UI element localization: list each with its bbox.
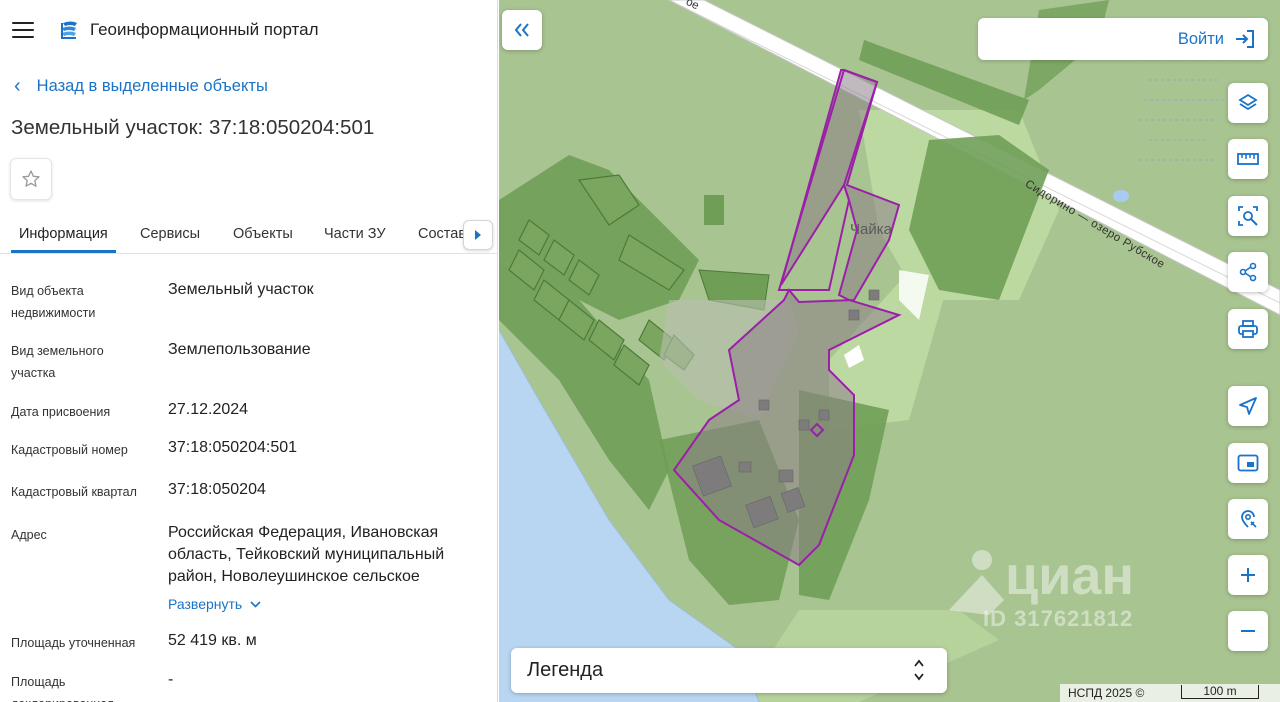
info-label: Площадь декларированная <box>11 675 114 702</box>
watermark-id: ID 317621812 <box>983 606 1134 631</box>
header: Геоинформационный портал <box>0 0 497 60</box>
minimap-button[interactable] <box>1228 443 1268 483</box>
legend-dropdown[interactable]: Легенда <box>511 648 947 693</box>
area-select-button[interactable] <box>1228 196 1268 236</box>
legend-label: Легенда <box>527 659 604 681</box>
login-button[interactable]: Войти <box>978 18 1268 60</box>
scale-label: 100 m <box>1203 684 1237 698</box>
tab-parts[interactable]: Части ЗУ <box>324 226 386 242</box>
area-select-icon <box>1238 206 1258 226</box>
tabs-scroll-right-button[interactable] <box>463 220 493 250</box>
chevron-left-icon: ‹ <box>14 75 21 97</box>
active-tab-indicator <box>11 250 116 253</box>
info-value: Земельный участок <box>168 281 314 298</box>
tab-objects[interactable]: Объекты <box>233 226 293 242</box>
navigate-icon <box>1239 397 1257 415</box>
info-value: 52 419 кв. м <box>168 632 257 649</box>
info-label: Адрес <box>11 528 47 542</box>
info-label: Площадь уточненная <box>11 636 136 650</box>
layers-icon <box>1238 93 1258 111</box>
info-label: Дата присвоения <box>11 405 111 419</box>
menu-icon[interactable] <box>12 22 34 38</box>
zoom-in-button[interactable] <box>1228 555 1268 595</box>
login-label: Войти <box>1177 29 1224 48</box>
share-icon <box>1239 262 1257 282</box>
info-value: Землепользование <box>168 341 311 358</box>
expand-address-button[interactable]: Развернуть <box>168 596 261 612</box>
minimap-icon <box>1237 454 1259 472</box>
zoom-out-icon <box>1241 630 1255 632</box>
info-label: Вид земельного участка <box>11 344 104 380</box>
login-icon <box>1236 30 1254 48</box>
tab-composition[interactable]: Состав <box>418 226 464 242</box>
info-label: Кадастровый номер <box>11 443 128 457</box>
info-value: Российская Федерация, Ивановская область… <box>168 524 445 585</box>
layers-button[interactable] <box>1228 83 1268 123</box>
print-button[interactable] <box>1228 309 1268 349</box>
map-canvas[interactable] <box>499 0 1280 702</box>
zoom-out-button[interactable] <box>1228 611 1268 651</box>
info-label: Кадастровый квартал <box>11 485 137 499</box>
back-link-label: Назад в выделенные объекты <box>36 76 268 95</box>
sort-arrows-icon <box>913 658 925 682</box>
geolocation-button[interactable] <box>1228 499 1268 539</box>
info-value: 37:18:050204:501 <box>168 439 298 456</box>
ruler-icon <box>1237 153 1259 165</box>
double-chevron-left-icon <box>514 23 529 37</box>
print-icon <box>1238 320 1258 338</box>
watermark-name: циан <box>1005 546 1135 606</box>
watermark: циан ID 317621812 <box>947 546 1134 632</box>
info-value: 37:18:050204 <box>168 481 266 498</box>
chevron-down-icon <box>250 597 261 611</box>
attribution-text: НСПД 2025 © <box>1068 686 1145 700</box>
tab-services[interactable]: Сервисы <box>140 226 200 242</box>
zoom-in-icon <box>1241 568 1255 582</box>
info-value: - <box>168 671 174 688</box>
ruler-button[interactable] <box>1228 139 1268 179</box>
object-title: Земельный участок: 37:18:050204:501 <box>11 116 375 139</box>
place-label: Чайка <box>850 221 892 238</box>
expand-label: Развернуть <box>168 596 243 612</box>
app-title: Геоинформационный портал <box>90 20 319 39</box>
tab-info[interactable]: Информация <box>19 226 108 242</box>
geolocation-icon <box>1241 510 1257 528</box>
share-button[interactable] <box>1228 252 1268 292</box>
collapse-panel-button[interactable] <box>502 10 542 50</box>
caret-right-icon <box>475 230 481 240</box>
map-view[interactable]: ое Сидорино — озеро Рубское Чайка циан I… <box>499 0 1280 702</box>
star-icon <box>22 170 40 187</box>
info-panel: Геоинформационный портал ‹ Назад в выдел… <box>0 0 498 702</box>
navigate-button[interactable] <box>1228 386 1268 426</box>
tab-bar: Информация Сервисы Объекты Части ЗУ Сост… <box>0 215 497 254</box>
info-value: 27.12.2024 <box>168 401 249 418</box>
scale-bar: 100 m <box>1181 685 1259 699</box>
portal-logo-icon <box>61 21 77 39</box>
favorite-button[interactable] <box>10 158 52 200</box>
info-label: Вид объекта недвижимости <box>11 284 96 320</box>
back-link[interactable]: ‹ Назад в выделенные объекты <box>14 76 268 96</box>
